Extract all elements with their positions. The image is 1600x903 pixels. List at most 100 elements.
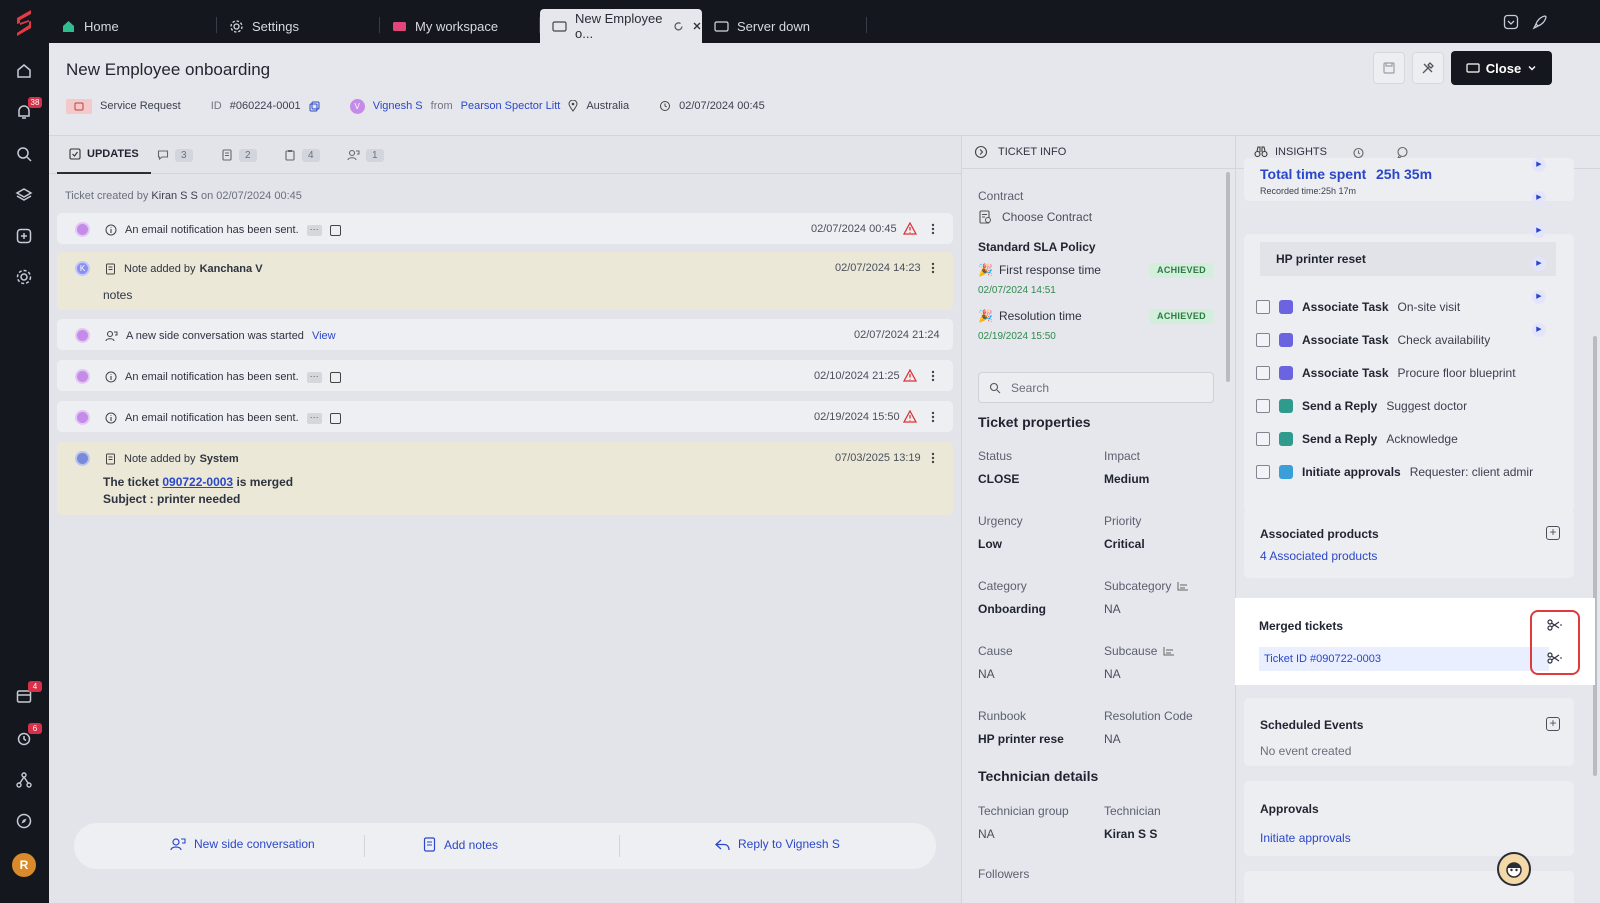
run-task-icon[interactable]: ▶ bbox=[1532, 191, 1546, 205]
technician-value[interactable]: Kiran S S bbox=[1104, 827, 1157, 841]
runbook-title[interactable]: HP printer reset bbox=[1260, 242, 1556, 276]
properties-search-input[interactable]: Search bbox=[978, 372, 1214, 403]
kebab-menu-icon[interactable] bbox=[931, 451, 935, 465]
task-checkbox[interactable] bbox=[1256, 399, 1270, 413]
layers-icon[interactable] bbox=[15, 186, 33, 204]
collapse-icon[interactable] bbox=[974, 145, 988, 159]
initiate-approvals-link[interactable]: Initiate approvals bbox=[1260, 831, 1351, 845]
resolution-code-value[interactable]: NA bbox=[1104, 732, 1121, 746]
task-checkbox[interactable] bbox=[1256, 300, 1270, 314]
more-button[interactable]: ··· bbox=[306, 412, 322, 424]
tab-home[interactable]: Home bbox=[49, 9, 217, 43]
tab-notes[interactable]: 2 bbox=[221, 136, 257, 174]
runbook-task[interactable]: Send a Reply Suggest doctor bbox=[1256, 396, 1467, 416]
kebab-menu-icon[interactable] bbox=[931, 369, 935, 383]
close-ticket-button[interactable]: Close bbox=[1451, 51, 1552, 85]
choose-contract[interactable]: Choose Contract bbox=[978, 210, 1092, 224]
user-avatar[interactable]: R bbox=[12, 853, 36, 877]
side-conversation-icon bbox=[170, 837, 186, 851]
subcause-value[interactable]: NA bbox=[1104, 667, 1121, 681]
scrollbar[interactable] bbox=[1593, 336, 1597, 776]
note-prefix: Note added by bbox=[124, 453, 196, 465]
time-value: 25h 35m bbox=[1376, 166, 1433, 182]
merged-ticket-link[interactable]: 090722-0003 bbox=[162, 475, 233, 489]
rocket-icon[interactable] bbox=[1532, 14, 1548, 30]
save-button[interactable] bbox=[1373, 52, 1405, 84]
runbook-task[interactable]: Associate Task Procure floor blueprint bbox=[1256, 363, 1516, 383]
run-task-icon[interactable]: ▶ bbox=[1532, 257, 1546, 271]
inbox-icon[interactable] bbox=[1503, 14, 1519, 30]
merge-subject: Subject : printer needed bbox=[103, 492, 241, 506]
run-task-icon[interactable]: ▶ bbox=[1532, 224, 1546, 238]
compass-icon[interactable] bbox=[15, 812, 33, 830]
impact-value[interactable]: Medium bbox=[1104, 472, 1149, 486]
run-task-icon[interactable]: ▶ bbox=[1532, 290, 1546, 304]
kebab-menu-icon[interactable] bbox=[931, 410, 935, 424]
add-event-icon[interactable]: + bbox=[1546, 717, 1560, 731]
expand-icon[interactable] bbox=[329, 412, 341, 424]
runbook-task[interactable]: Associate Task On-site visit bbox=[1256, 297, 1460, 317]
refresh-icon[interactable] bbox=[673, 21, 684, 32]
runbook-task[interactable]: Send a Reply Acknowledge bbox=[1256, 429, 1458, 449]
status-value[interactable]: CLOSE bbox=[978, 472, 1019, 486]
unmerge-all-scissors-icon[interactable] bbox=[1547, 619, 1563, 631]
priority-value[interactable]: Critical bbox=[1104, 537, 1145, 551]
task-checkbox[interactable] bbox=[1256, 465, 1270, 479]
subcategory-value[interactable]: NA bbox=[1104, 602, 1121, 616]
add-icon[interactable] bbox=[15, 227, 33, 245]
workflow-icon[interactable] bbox=[15, 771, 33, 789]
runbook-value[interactable]: HP printer rese bbox=[978, 732, 1064, 746]
ticket-info-header[interactable]: TICKET INFO bbox=[962, 136, 1235, 169]
unmerge-ticket-scissors-icon[interactable] bbox=[1547, 652, 1563, 664]
kebab-menu-icon[interactable] bbox=[931, 222, 935, 236]
copy-icon[interactable] bbox=[309, 101, 320, 112]
expand-icon[interactable] bbox=[329, 371, 341, 383]
assistant-bot-icon[interactable] bbox=[1497, 852, 1531, 886]
tab-server-down[interactable]: Server down bbox=[702, 9, 867, 43]
run-task-icon[interactable]: ▶ bbox=[1532, 323, 1546, 337]
task-checkbox[interactable] bbox=[1256, 366, 1270, 380]
search-icon[interactable] bbox=[15, 145, 33, 163]
new-side-conversation-button[interactable]: New side conversation bbox=[170, 837, 315, 851]
tab-side-conversations[interactable]: 1 bbox=[347, 136, 384, 174]
brand-logo-icon[interactable] bbox=[11, 8, 37, 38]
company-link[interactable]: Pearson Spector Litt bbox=[461, 100, 561, 112]
tools-button[interactable] bbox=[1412, 52, 1444, 84]
technician-group-value[interactable]: NA bbox=[978, 827, 995, 841]
view-link[interactable]: View bbox=[312, 330, 336, 342]
notification-badge: 38 bbox=[28, 97, 42, 108]
tab-new-employee[interactable]: New Employee o... bbox=[540, 9, 702, 43]
more-button[interactable]: ··· bbox=[306, 371, 322, 383]
urgency-value[interactable]: Low bbox=[978, 537, 1002, 551]
scrollbar[interactable] bbox=[1226, 172, 1230, 382]
more-button[interactable]: ··· bbox=[306, 224, 322, 236]
updates-icon bbox=[69, 148, 81, 160]
tab-my-workspace[interactable]: My workspace bbox=[380, 9, 540, 43]
field-label: Technician group bbox=[978, 804, 1069, 818]
task-checkbox[interactable] bbox=[1256, 432, 1270, 446]
merged-ticket-link[interactable]: Ticket ID #090722-0003 bbox=[1264, 653, 1381, 665]
tab-tasks[interactable]: 4 bbox=[284, 136, 320, 174]
settings-gear-icon[interactable] bbox=[15, 268, 33, 286]
runbook-task[interactable]: Associate Task Check availability bbox=[1256, 330, 1490, 350]
close-tab-icon[interactable] bbox=[692, 21, 702, 31]
tab-updates[interactable]: UPDATES bbox=[57, 136, 151, 174]
expand-icon[interactable] bbox=[329, 224, 341, 236]
add-notes-button[interactable]: Add notes bbox=[423, 837, 498, 852]
category-value[interactable]: Onboarding bbox=[978, 602, 1046, 616]
runbook-task[interactable]: Initiate approvals Requester: client adm… bbox=[1256, 462, 1533, 482]
search-placeholder: Search bbox=[1011, 380, 1050, 395]
task-checkbox[interactable] bbox=[1256, 333, 1270, 347]
tab-conversations[interactable]: 3 bbox=[157, 136, 193, 174]
associated-products-link[interactable]: 4 Associated products bbox=[1260, 549, 1377, 563]
run-task-icon[interactable]: ▶ bbox=[1532, 158, 1546, 172]
kebab-menu-icon[interactable] bbox=[931, 261, 935, 275]
merged-ticket-row[interactable]: Ticket ID #090722-0003 bbox=[1259, 647, 1549, 671]
home-icon[interactable] bbox=[15, 62, 33, 80]
requester-link[interactable]: Vignesh S bbox=[373, 100, 423, 112]
add-product-icon[interactable]: + bbox=[1546, 526, 1560, 540]
subcause-label-row: Subcause bbox=[1104, 644, 1175, 658]
tab-settings[interactable]: Settings bbox=[217, 9, 380, 43]
reply-button[interactable]: Reply to Vignesh S bbox=[715, 837, 840, 851]
cause-value[interactable]: NA bbox=[978, 667, 995, 681]
